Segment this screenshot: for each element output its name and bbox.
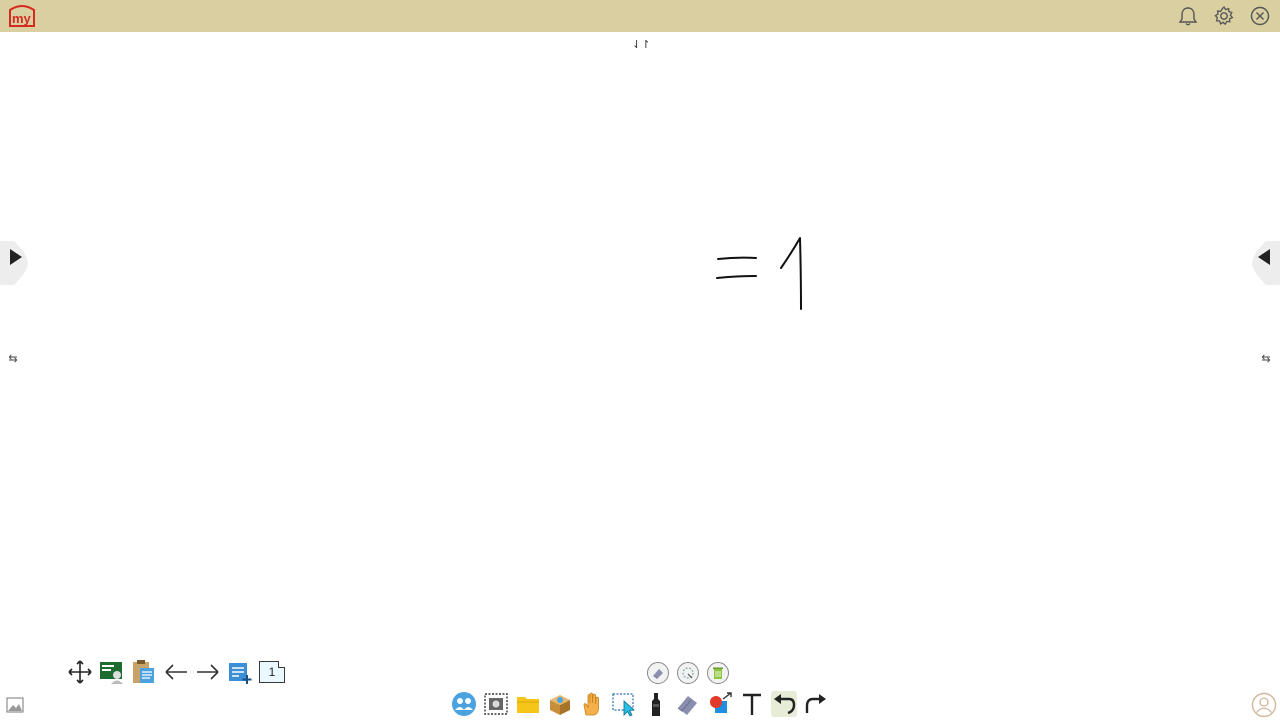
- handwriting-strokes: [716, 237, 802, 310]
- user-profile-icon[interactable]: [1251, 692, 1277, 718]
- users-icon[interactable]: [451, 691, 477, 717]
- text-icon[interactable]: [739, 691, 765, 717]
- eraser-icon[interactable]: [675, 691, 701, 717]
- whiteboard-canvas[interactable]: [0, 32, 1280, 652]
- left-swap-icon[interactable]: ⇆: [6, 352, 20, 366]
- left-panel-toggle[interactable]: [0, 241, 30, 285]
- background-image-icon[interactable]: [6, 696, 24, 714]
- marker-icon[interactable]: [643, 691, 669, 717]
- arrow-left-icon[interactable]: [163, 659, 189, 685]
- presentation-icon[interactable]: [99, 659, 125, 685]
- app-logo[interactable]: my: [6, 4, 38, 28]
- undo-icon[interactable]: [771, 691, 797, 717]
- folder-icon[interactable]: [515, 691, 541, 717]
- move-icon[interactable]: [67, 659, 93, 685]
- hand-icon[interactable]: [579, 691, 605, 717]
- redo-icon[interactable]: [803, 691, 829, 717]
- screenshot-icon[interactable]: [483, 691, 509, 717]
- canvas-orientation-toggle[interactable]: ⇃↾: [632, 38, 650, 52]
- box-icon[interactable]: [547, 691, 573, 717]
- shapes-icon[interactable]: [707, 691, 733, 717]
- close-icon[interactable]: [1249, 5, 1271, 27]
- gear-icon[interactable]: [1213, 5, 1235, 27]
- add-page-icon[interactable]: [227, 659, 253, 685]
- select-icon[interactable]: [611, 691, 637, 717]
- logo-text: my: [12, 11, 32, 26]
- right-swap-icon[interactable]: ⇆: [1259, 352, 1273, 366]
- bell-icon[interactable]: [1177, 5, 1199, 27]
- page-number-indicator[interactable]: 1: [259, 661, 285, 683]
- arrow-right-icon[interactable]: [195, 659, 221, 685]
- trash-icon[interactable]: [707, 662, 729, 684]
- eraser-small-icon[interactable]: [647, 662, 669, 684]
- eraser-area-icon[interactable]: [677, 662, 699, 684]
- clipboard-icon[interactable]: [131, 659, 157, 685]
- right-panel-toggle[interactable]: [1250, 241, 1280, 285]
- top-bar: my: [0, 0, 1280, 32]
